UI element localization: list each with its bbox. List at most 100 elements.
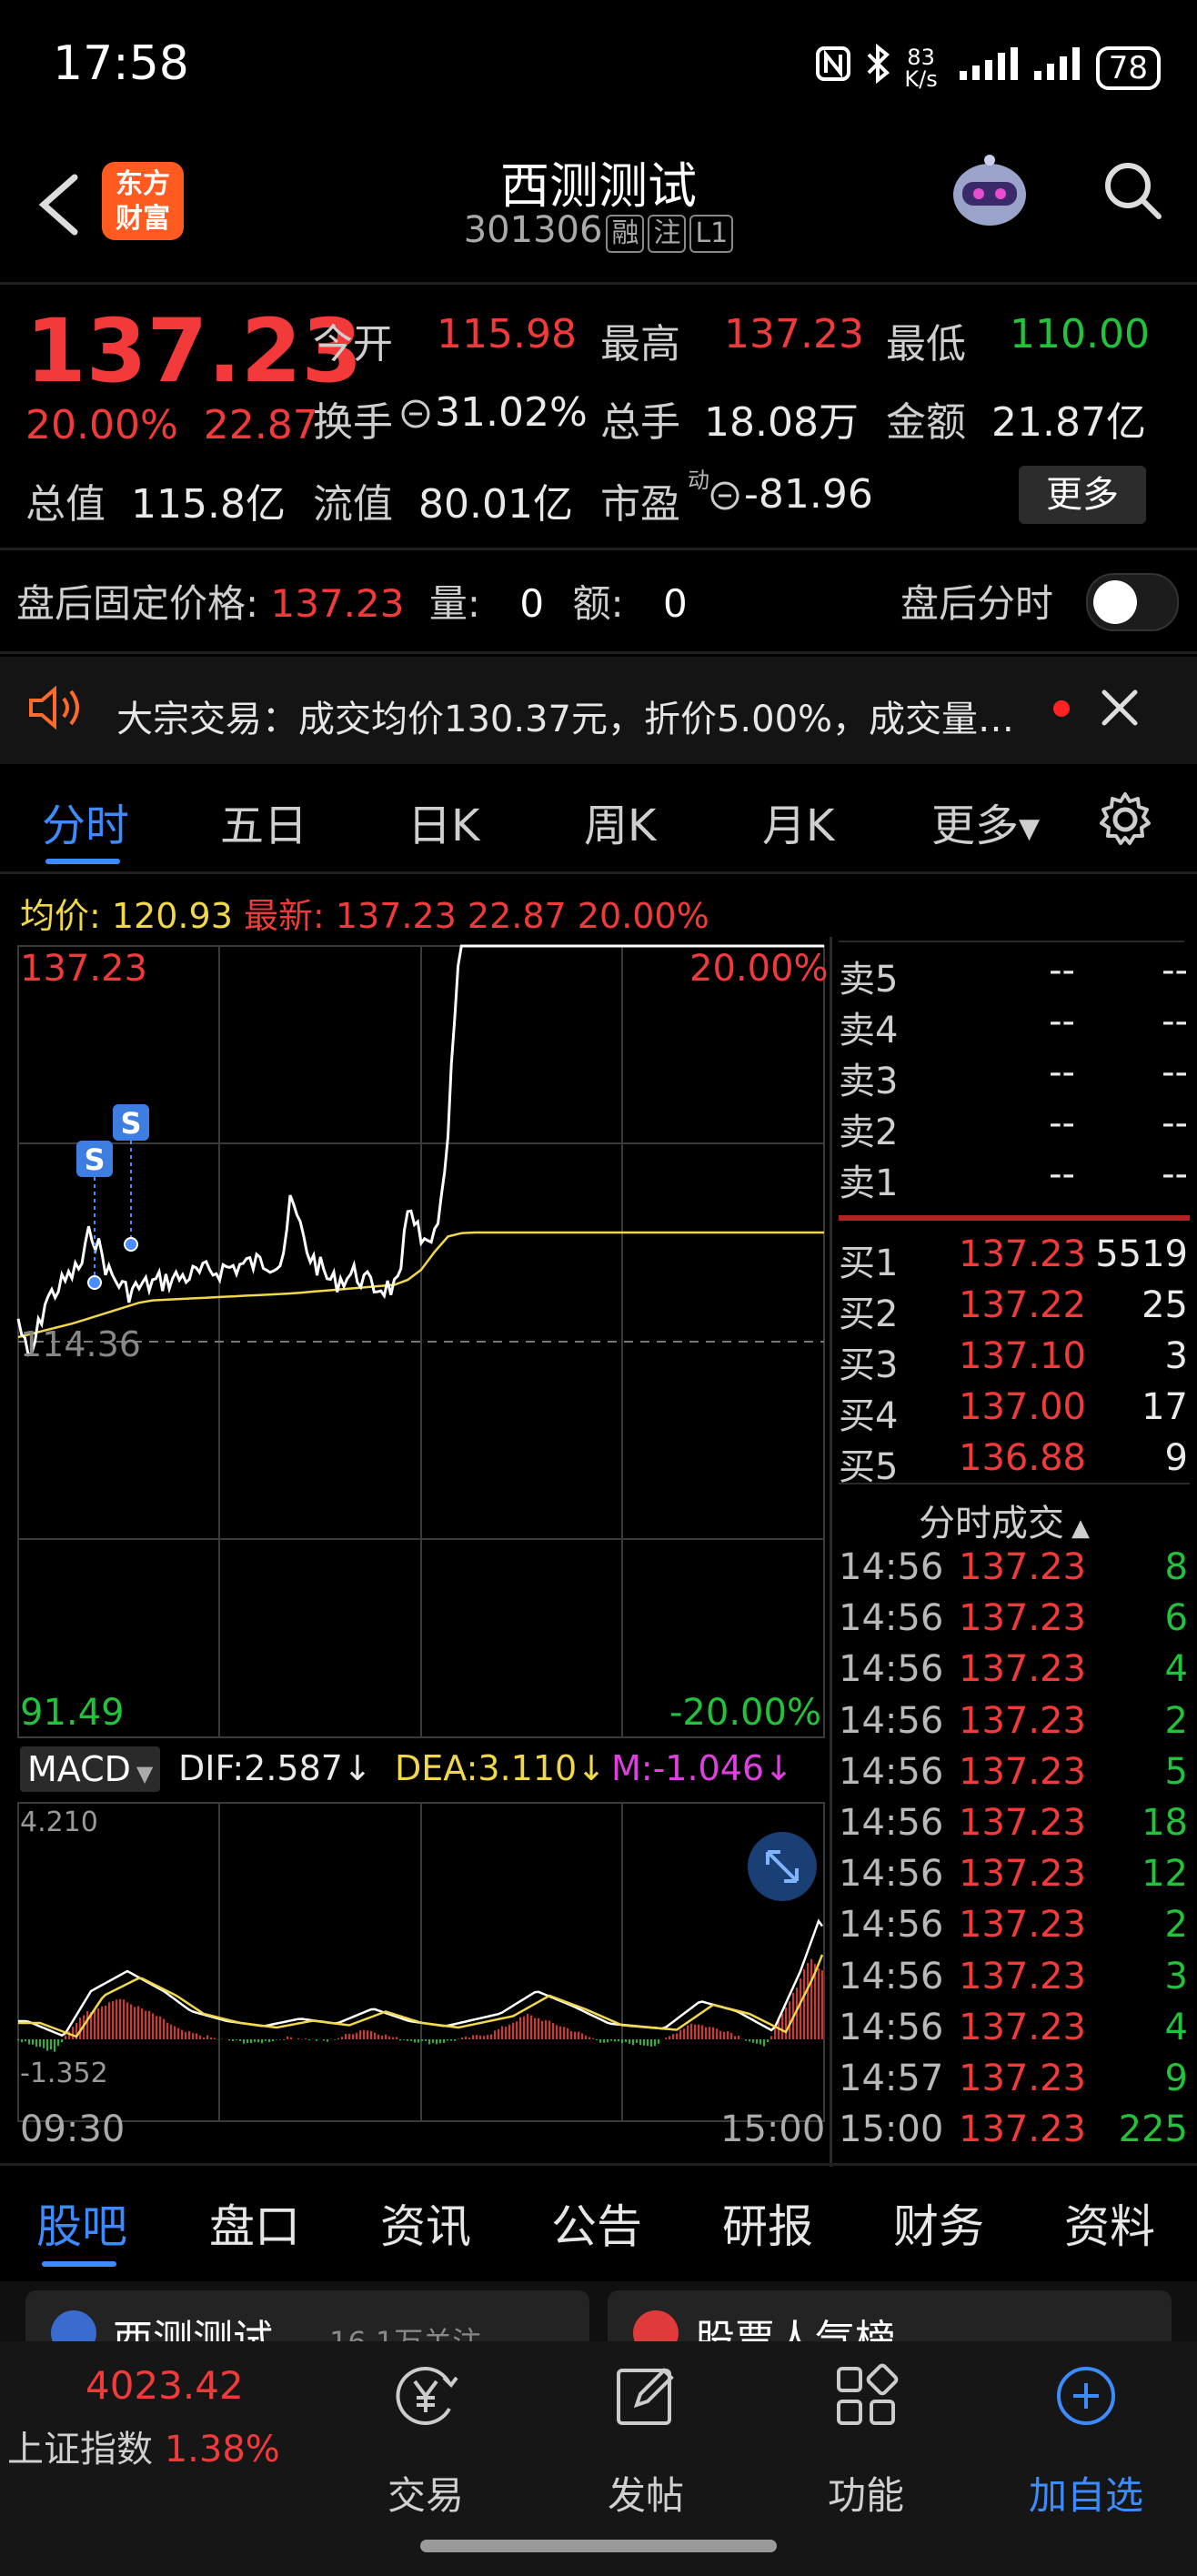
forum-title: 西测测试 bbox=[113, 2317, 273, 2341]
info-icon[interactable] bbox=[400, 398, 431, 433]
toggle-knob bbox=[1093, 580, 1137, 624]
signal-icon bbox=[951, 45, 1020, 90]
trade-time: 14:56 bbox=[839, 1597, 944, 1640]
teaser-strip: 西测测试 16.1万关注 股票人气榜 bbox=[0, 2281, 1197, 2341]
time-end: 15:00 bbox=[720, 2108, 826, 2150]
trade-volume: 3 bbox=[1164, 1955, 1188, 1997]
more-button[interactable]: 更多 bbox=[1019, 466, 1146, 524]
tab-more[interactable]: 更多▼ bbox=[931, 790, 1040, 853]
chart-ref-price: 114.36 bbox=[20, 1324, 141, 1364]
trade-volume: 6 bbox=[1164, 1597, 1188, 1640]
time-start: 09:30 bbox=[20, 2108, 126, 2150]
tab-order-book[interactable]: 盘口 bbox=[209, 2190, 300, 2256]
trade-volume: 4 bbox=[1164, 1648, 1188, 1691]
post-nav-icon[interactable] bbox=[609, 2360, 682, 2432]
trade-volume: 225 bbox=[1118, 2108, 1188, 2151]
trade-volume: 12 bbox=[1142, 1853, 1188, 1896]
net-speed: 83 K/s bbox=[904, 46, 937, 90]
chart-top-price: 137.23 bbox=[20, 948, 147, 990]
ask-price: -- bbox=[1049, 950, 1075, 991]
trade-price: 137.23 bbox=[959, 1750, 1086, 1793]
add-watchlist-icon[interactable] bbox=[1050, 2360, 1122, 2432]
function-nav-icon[interactable] bbox=[830, 2360, 902, 2432]
avg-price-line: 均价: 120.93 最新: 137.23 22.87 20.00% bbox=[20, 888, 709, 938]
forum-card[interactable]: 西测测试 16.1万关注 bbox=[25, 2290, 589, 2341]
bid-price: 137.22 bbox=[959, 1284, 1086, 1326]
after-hours-row: 盘后固定价格: 137.23 量: 0 额: 0 bbox=[16, 573, 688, 629]
info-icon[interactable] bbox=[709, 480, 740, 515]
index-value[interactable]: 4023.42 bbox=[86, 2363, 244, 2408]
trade-volume: 2 bbox=[1164, 1699, 1188, 1742]
tab-financials[interactable]: 财务 bbox=[893, 2190, 984, 2256]
caret-up-icon: ▲ bbox=[1071, 1514, 1090, 1542]
popularity-card[interactable]: 股票人气榜 bbox=[608, 2290, 1172, 2341]
grid-icon bbox=[837, 2363, 899, 2425]
after-hours-vol-label: 量: bbox=[428, 581, 480, 626]
indicator-selector[interactable]: MACD ▼ bbox=[20, 1746, 161, 1792]
high-label: 最高 bbox=[600, 321, 680, 367]
trade-price: 137.23 bbox=[959, 1699, 1086, 1742]
after-hours-timeshare-label: 盘后分时 bbox=[900, 581, 1054, 626]
tab-five-day[interactable]: 五日 bbox=[220, 790, 307, 853]
sell-marker-label: S bbox=[120, 1106, 141, 1141]
panel-divider bbox=[830, 937, 832, 2167]
sell-marker[interactable]: S bbox=[113, 1104, 149, 1252]
pe-superscript: 动 bbox=[688, 468, 709, 493]
notice-text[interactable]: 大宗交易：成交均价130.37元，折价5.00%，成交量… bbox=[116, 689, 1014, 742]
bid-ask-separator bbox=[839, 1215, 1190, 1221]
signal-icon bbox=[1032, 45, 1083, 90]
after-hours-toggle[interactable] bbox=[1086, 573, 1179, 631]
index-name: 上证指数 bbox=[7, 2429, 153, 2470]
ask-price: -- bbox=[1049, 1102, 1075, 1144]
ask-volume: -- bbox=[1162, 1052, 1188, 1093]
bid-volume: 25 bbox=[1142, 1284, 1188, 1326]
tab-research[interactable]: 研报 bbox=[722, 2190, 813, 2256]
trades-header[interactable]: 分时成交 ▲ bbox=[919, 1494, 1090, 1546]
bid-label: 买3 bbox=[839, 1344, 899, 1386]
tab-weekly-k[interactable]: 周K bbox=[584, 790, 656, 853]
status-bar: 17:58 83 K/s 78 bbox=[0, 0, 1197, 136]
close-button[interactable] bbox=[1097, 684, 1142, 743]
bid-label: 买4 bbox=[839, 1395, 899, 1437]
chart-bottom-pct: -20.00% bbox=[669, 1692, 821, 1734]
intraday-chart[interactable]: S S bbox=[0, 937, 833, 2167]
ask-label: 卖3 bbox=[839, 1061, 899, 1102]
search-button[interactable] bbox=[1097, 155, 1170, 227]
tab-monthly-k[interactable]: 月K bbox=[762, 790, 834, 853]
bid-volume: 17 bbox=[1142, 1386, 1188, 1428]
float-label: 流值 bbox=[313, 481, 393, 528]
trade-volume: 9 bbox=[1164, 2058, 1188, 2099]
nav-post[interactable]: 发帖 bbox=[573, 2465, 719, 2521]
ask-label: 卖5 bbox=[839, 959, 899, 1001]
bid-price: 137.10 bbox=[959, 1335, 1086, 1377]
trade-time: 14:56 bbox=[839, 1802, 944, 1844]
tag-margin: 融 bbox=[606, 215, 645, 253]
settings-button[interactable] bbox=[1095, 790, 1155, 853]
tab-profile[interactable]: 资料 bbox=[1064, 2190, 1155, 2256]
chart-bottom-divider bbox=[0, 2163, 1197, 2166]
bid-price: 137.00 bbox=[959, 1386, 1086, 1428]
ask-label: 卖4 bbox=[839, 1010, 899, 1052]
tab-daily-k[interactable]: 日K bbox=[407, 790, 479, 853]
net-speed-value: 83 bbox=[907, 44, 935, 70]
tab-news[interactable]: 资讯 bbox=[380, 2190, 471, 2256]
volume-label: 总手 bbox=[600, 399, 680, 446]
tab-intraday[interactable]: 分时 bbox=[42, 790, 129, 853]
ask-volume: -- bbox=[1162, 1001, 1188, 1042]
tab-announcements[interactable]: 公告 bbox=[551, 2190, 642, 2256]
nav-add-watchlist[interactable]: 加自选 bbox=[1013, 2465, 1159, 2521]
trade-nav-icon[interactable] bbox=[389, 2360, 462, 2432]
trade-time: 14:56 bbox=[839, 1648, 944, 1691]
trade-time: 14:56 bbox=[839, 1699, 944, 1742]
home-indicator[interactable] bbox=[420, 2540, 777, 2552]
change-amount: 22.87 bbox=[203, 402, 318, 448]
nav-trade[interactable]: 交易 bbox=[353, 2465, 498, 2521]
trade-time: 14:56 bbox=[839, 1853, 944, 1896]
mascot-icon[interactable] bbox=[946, 147, 1033, 235]
tab-forum[interactable]: 股吧 bbox=[36, 2190, 127, 2256]
nav-functions[interactable]: 功能 bbox=[793, 2465, 939, 2521]
trade-time: 14:56 bbox=[839, 1546, 944, 1588]
expand-chart-button[interactable] bbox=[748, 1832, 817, 1901]
search-icon bbox=[1105, 163, 1162, 219]
index-name-line[interactable]: 上证指数 1.38% bbox=[7, 2420, 280, 2472]
